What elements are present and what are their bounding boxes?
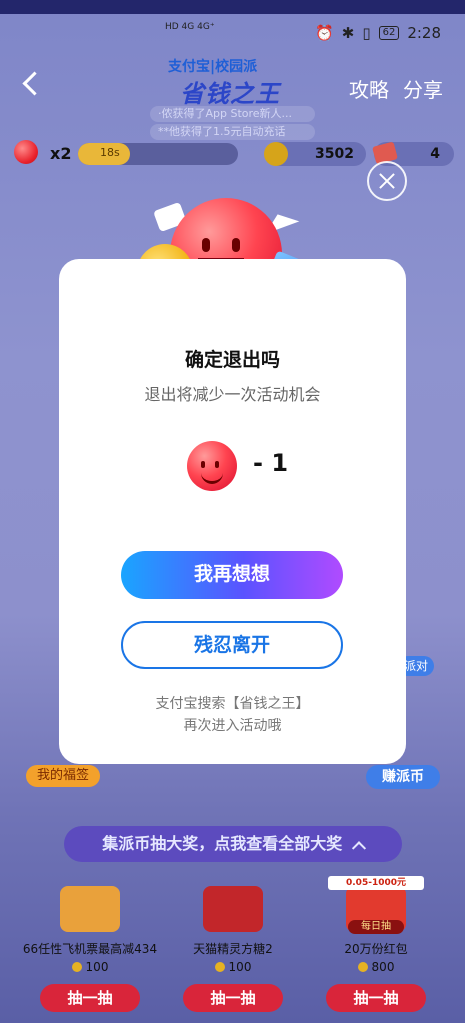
- modal-title: 确定退出吗: [184, 349, 280, 371]
- prize-card: 天猫精灵方糖2 100 抽一抽: [163, 876, 303, 1021]
- leave-button[interactable]: 残忍离开: [121, 621, 343, 669]
- page-title: 省钱之王: [180, 80, 280, 108]
- vibrate-icon: ▯: [362, 24, 371, 42]
- mascot-eye: [202, 238, 210, 252]
- chevron-up-icon: [351, 841, 366, 856]
- coin-value: 3502: [315, 146, 354, 162]
- prize-card: 0.05-1000元 每日抽 20万份红包 800 抽一抽: [306, 876, 446, 1021]
- exit-confirm-modal: 确定退出吗 退出将减少一次活动机会 - 1 我再想想 残忍离开 支付宝搜索【省钱…: [59, 259, 406, 764]
- prize-header-label: 集派币抽大奖，点我查看全部大奖: [102, 834, 343, 853]
- top-strip: [0, 0, 465, 14]
- timer-text: 18s: [100, 146, 120, 159]
- lives-count: x2: [50, 144, 72, 163]
- share-link[interactable]: 分享: [403, 74, 443, 103]
- bluetooth-icon: ✱: [341, 24, 355, 42]
- nav-actions: 攻略 分享: [349, 74, 443, 103]
- chance-cost-text: - 1: [253, 449, 289, 477]
- footer-line: 支付宝搜索【省钱之王】: [155, 696, 310, 712]
- stay-button[interactable]: 我再想想: [121, 551, 343, 599]
- close-icon[interactable]: [367, 161, 407, 201]
- flight-ticket-image: [60, 886, 120, 932]
- battery-indicator: 62: [378, 26, 400, 40]
- prize-list: 66任性飞机票最高减434 100 抽一抽 天猫精灵方糖2 100 抽一抽 0.…: [0, 868, 465, 1023]
- timer-bar: 18s: [78, 143, 238, 165]
- strategy-link[interactable]: 攻略: [349, 74, 389, 103]
- chance-cost: - 1: [187, 441, 307, 491]
- coin-icon: [264, 142, 288, 166]
- prize-header-button[interactable]: 集派币抽大奖，点我查看全部大奖: [64, 826, 402, 862]
- alarm-icon: ⏰: [315, 24, 334, 42]
- clock: 2:28: [407, 24, 441, 42]
- coin-counter: 3502: [264, 142, 366, 166]
- status-right: ⏰ ✱ ▯ 62 2:28: [315, 24, 441, 42]
- red-packet-range: 0.05-1000元: [328, 876, 424, 890]
- network-icon: HD 4G 4G⁺: [165, 22, 215, 32]
- life-ball-icon: [14, 140, 38, 164]
- network-indicators: HD 4G 4G⁺: [165, 22, 215, 32]
- draw-button[interactable]: 抽一抽: [183, 984, 283, 1012]
- prize-cost: 800: [306, 960, 446, 974]
- prize-name: 20万份红包: [344, 942, 408, 956]
- prize-name: 66任性飞机票最高减434: [22, 942, 158, 956]
- footer-line: 再次进入活动哦: [183, 718, 282, 734]
- winner-ticker: ·侬获得了App Store新人... **他获得了1.5元自动充话: [150, 106, 315, 142]
- ticker-line: ·侬获得了App Store新人...: [150, 106, 315, 122]
- prize-card: 66任性飞机票最高减434 100 抽一抽: [20, 876, 160, 1021]
- prize-cost: 100: [20, 960, 160, 974]
- chance-ball-icon: [187, 441, 237, 491]
- earn-coins-button[interactable]: 赚派币: [366, 765, 440, 789]
- modal-subtitle: 退出将减少一次活动机会: [144, 385, 321, 404]
- draw-button[interactable]: 抽一抽: [40, 984, 140, 1012]
- prize-name: 天猫精灵方糖2: [193, 942, 273, 956]
- smart-speaker-image: [203, 886, 263, 932]
- mascot-eye: [232, 238, 240, 252]
- my-lucky-sign-button[interactable]: 我的福签: [26, 765, 100, 787]
- daily-draw-badge: 每日抽: [348, 920, 404, 934]
- status-bar: HD 4G 4G⁺ ⏰ ✱ ▯ 62 2:28: [0, 14, 465, 54]
- ticker-line: **他获得了1.5元自动充话: [150, 124, 315, 140]
- modal-footer: 支付宝搜索【省钱之王】 再次进入活动哦: [59, 693, 406, 737]
- prize-cost: 100: [163, 960, 303, 974]
- back-icon[interactable]: [20, 72, 44, 96]
- ticket-value: 4: [430, 146, 440, 162]
- brand-label: 支付宝|校园派: [168, 59, 258, 75]
- draw-button[interactable]: 抽一抽: [326, 984, 426, 1012]
